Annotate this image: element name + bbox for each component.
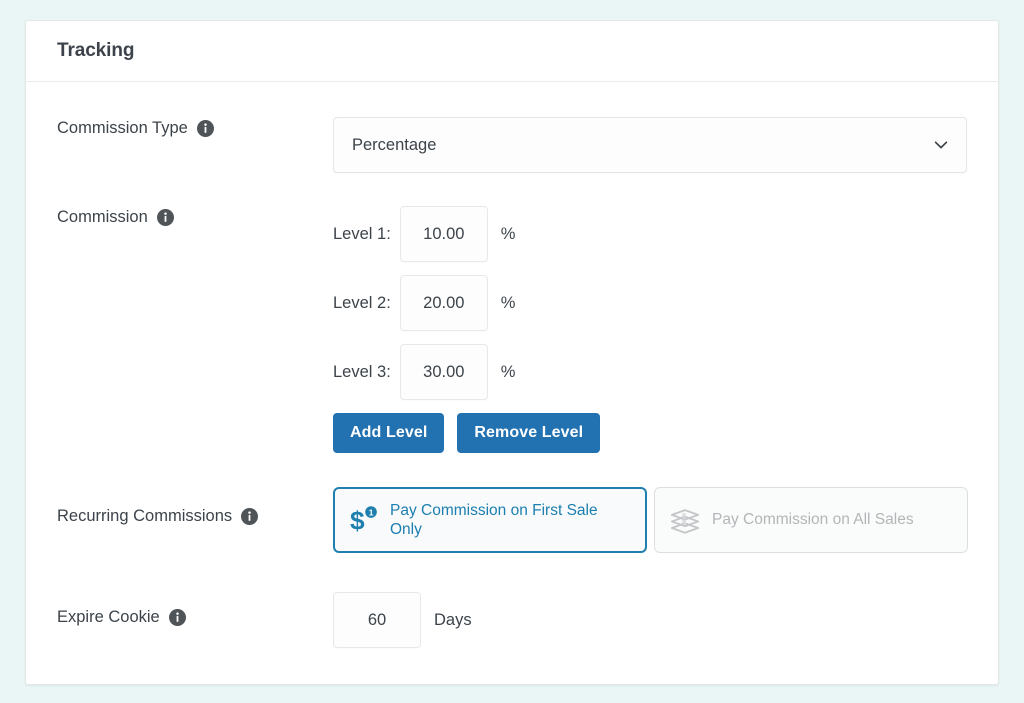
expire-cookie-control: Days xyxy=(333,592,998,648)
commission-level-row: Level 2: % xyxy=(333,275,998,331)
option-label: Pay Commission on First Sale Only xyxy=(390,501,631,540)
field-row-commission: Commission Level 1: % Level 2: xyxy=(26,173,998,453)
chevron-down-icon xyxy=(932,136,950,154)
dollar-sign-one-icon: $ 1 xyxy=(349,505,379,535)
expire-cookie-unit: Days xyxy=(434,611,472,630)
panel-body: Commission Type Percentage xyxy=(26,82,998,648)
option-label: Pay Commission on All Sales xyxy=(712,510,914,529)
expire-cookie-input[interactable] xyxy=(333,592,421,648)
commission-label: Commission xyxy=(57,208,148,227)
expire-cookie-label-group: Expire Cookie xyxy=(57,592,333,627)
commission-level-row: Level 1: % xyxy=(333,206,998,262)
svg-text:$: $ xyxy=(350,505,365,535)
info-icon[interactable] xyxy=(157,209,174,226)
level-3-input[interactable] xyxy=(400,344,488,400)
remove-level-button[interactable]: Remove Level xyxy=(457,413,600,453)
svg-text:1: 1 xyxy=(369,508,374,518)
commission-level-row: Level 3: % xyxy=(333,344,998,400)
commission-type-label-group: Commission Type xyxy=(57,117,333,138)
option-pay-first-sale-only[interactable]: $ 1 Pay Commission on First Sale Only xyxy=(333,487,647,553)
tracking-panel: Tracking Commission Type Percentage xyxy=(25,20,999,685)
page-title: Tracking xyxy=(57,40,134,62)
recurring-commissions-label-group: Recurring Commissions xyxy=(57,487,333,526)
add-level-button[interactable]: Add Level xyxy=(333,413,444,453)
level-label: Level 2: xyxy=(333,294,391,313)
level-1-input[interactable] xyxy=(400,206,488,262)
expire-cookie-row: Days xyxy=(333,592,998,648)
field-row-expire-cookie: Expire Cookie Days xyxy=(26,553,998,648)
panel-header: Tracking xyxy=(26,21,998,82)
commission-type-label: Commission Type xyxy=(57,119,188,138)
expire-cookie-label: Expire Cookie xyxy=(57,608,160,627)
level-unit: % xyxy=(501,225,516,244)
level-2-input[interactable] xyxy=(400,275,488,331)
recurring-commissions-control: $ 1 Pay Commission on First Sale Only xyxy=(333,487,998,553)
commission-label-group: Commission xyxy=(57,206,333,227)
level-unit: % xyxy=(501,294,516,313)
option-pay-all-sales[interactable]: Pay Commission on All Sales xyxy=(654,487,968,553)
level-unit: % xyxy=(501,363,516,382)
stacked-coins-icon xyxy=(669,506,701,535)
info-icon[interactable] xyxy=(241,508,258,525)
level-label: Level 3: xyxy=(333,363,391,382)
recurring-commissions-label: Recurring Commissions xyxy=(57,507,232,526)
commission-type-control: Percentage xyxy=(333,117,998,173)
level-label: Level 1: xyxy=(333,225,391,244)
level-buttons: Add Level Remove Level xyxy=(333,413,998,453)
commission-type-select-value[interactable]: Percentage xyxy=(333,117,967,173)
info-icon[interactable] xyxy=(169,609,186,626)
field-row-recurring-commissions: Recurring Commissions $ xyxy=(26,453,998,553)
info-icon[interactable] xyxy=(197,120,214,137)
commission-type-select[interactable]: Percentage xyxy=(333,117,967,173)
commission-levels-control: Level 1: % Level 2: % Level 3: % Add Lev… xyxy=(333,206,998,453)
recurring-commissions-options: $ 1 Pay Commission on First Sale Only xyxy=(333,487,998,553)
field-row-commission-type: Commission Type Percentage xyxy=(26,82,998,173)
